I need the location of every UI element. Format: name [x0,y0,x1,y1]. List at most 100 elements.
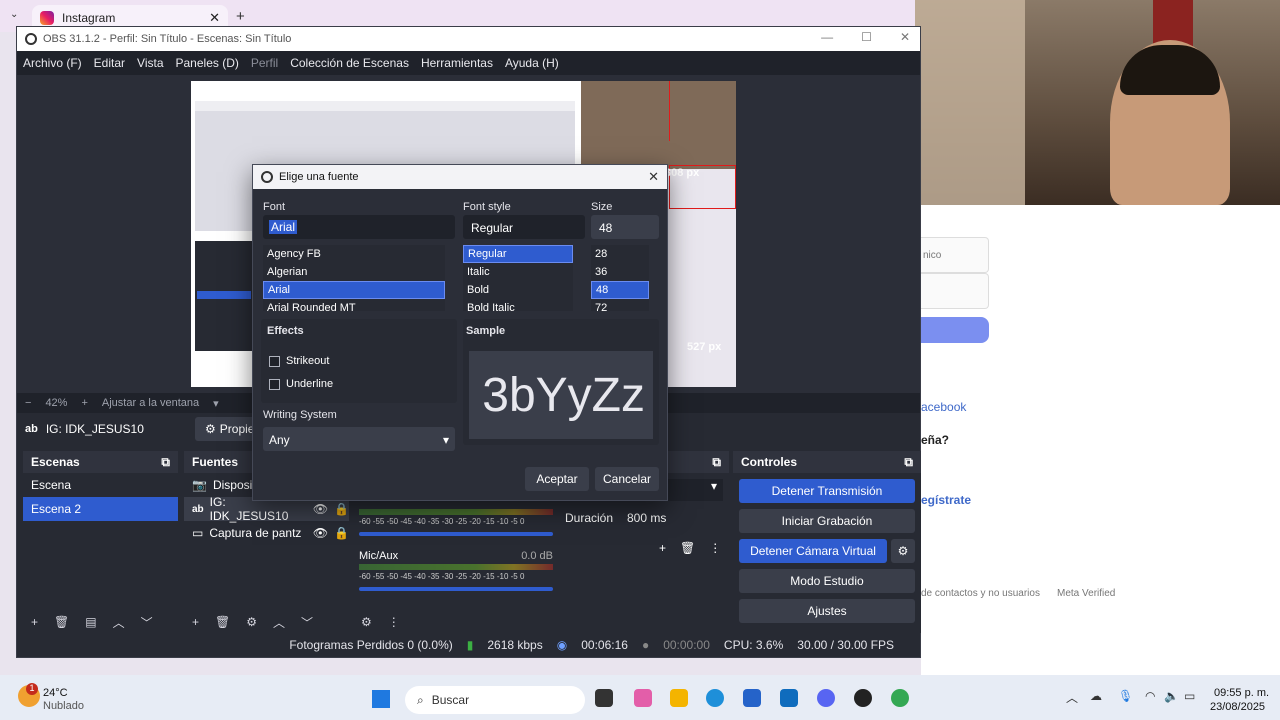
obs-taskbar-icon[interactable] [854,689,872,707]
volume-slider[interactable] [359,532,553,536]
font-option-selected[interactable]: Arial [263,281,445,299]
wifi-icon[interactable]: ◠ [1145,689,1155,703]
style-option[interactable]: Bold [463,281,573,299]
remove-icon[interactable]: 🗑 [680,541,695,555]
underline-checkbox[interactable]: Underline [269,378,333,390]
menu-ayuda[interactable]: Ayuda (H) [505,56,559,70]
add-icon[interactable]: + [659,541,666,555]
store-icon[interactable] [743,689,761,707]
remove-scene-icon[interactable]: 🗑 [54,615,69,629]
new-tab-button[interactable]: + [236,8,245,25]
scene-item[interactable]: Escena [23,473,178,497]
menu-coleccion[interactable]: Colección de Escenas [290,56,409,70]
font-option[interactable]: Arial Rounded MT [263,299,445,311]
move-up-icon[interactable]: ︿ [113,614,125,631]
source-item[interactable]: ▭ Captura de pantz 👁 🔒 [184,521,349,545]
stop-stream-button[interactable]: Detener Transmisión [739,479,915,503]
size-input[interactable]: 48 [591,215,659,239]
register-link[interactable]: egístrate [921,493,971,507]
tab-menu-chevron-icon[interactable]: ⌄ [10,9,18,20]
stop-virtual-camera-button[interactable]: Detener Cámara Virtual [739,539,887,563]
start-recording-button[interactable]: Iniciar Grabación [739,509,915,533]
add-scene-icon[interactable]: + [31,615,38,629]
audio-settings-icon[interactable]: ⚙ [361,615,372,629]
settings-button[interactable]: Ajustes [739,599,915,623]
zoom-fit-label[interactable]: Ajustar a la ventana [102,397,199,409]
move-down-icon[interactable]: ﹀ [301,614,313,631]
menu-perfil[interactable]: Perfil [251,56,278,70]
facebook-login-link[interactable]: acebook [921,400,966,414]
style-option[interactable]: Bold Italic [463,299,573,311]
size-option[interactable]: 28 [591,245,649,263]
style-list[interactable]: Regular Italic Bold Bold Italic [463,245,573,311]
onedrive-icon[interactable]: ☁ [1090,689,1102,703]
virtual-camera-settings-icon[interactable]: ⚙ [891,539,915,563]
forgot-password-link[interactable]: eña? [921,433,949,447]
copilot-icon[interactable] [634,689,652,707]
move-up-icon[interactable]: ︿ [273,614,285,631]
dock-undock-icon[interactable]: ⧉ [712,455,721,470]
login-button[interactable] [921,317,989,343]
maximize-button[interactable]: ☐ [861,30,872,44]
strikeout-checkbox[interactable]: Strikeout [269,355,329,367]
writing-system-select[interactable]: Any ▾ [263,427,455,451]
style-option[interactable]: Italic [463,263,573,281]
cancel-button[interactable]: Cancelar [595,467,659,491]
studio-mode-button[interactable]: Modo Estudio [739,569,915,593]
close-icon[interactable]: ✕ [648,169,659,185]
mic-volume-slider[interactable] [359,587,553,591]
lock-icon[interactable]: 🔒 [334,502,349,516]
login-password-input[interactable] [921,273,989,309]
source-settings-icon[interactable]: ⚙ [246,615,257,629]
dock-undock-icon[interactable]: ⧉ [904,455,913,470]
file-explorer-icon[interactable] [670,689,688,707]
duration-input[interactable]: 800 ms [623,507,721,529]
weather-text[interactable]: Nublado [43,700,84,712]
checkbox-box[interactable] [269,378,280,390]
footer-link-contacts[interactable]: de contactos y no usuarios [921,588,1040,599]
clock-date[interactable]: 23/08/2025 [1210,701,1265,713]
size-option[interactable]: 72 [591,299,649,311]
clock-time[interactable]: 09:55 p. m. [1214,687,1269,699]
menu-paneles[interactable]: Paneles (D) [176,56,239,70]
task-view-icon[interactable] [595,689,613,707]
chrome-icon[interactable] [891,689,909,707]
checkbox-box[interactable] [269,355,280,367]
style-option-selected[interactable]: Regular [463,245,573,263]
font-list[interactable]: Agency FB Algerian Arial Arial Rounded M… [263,245,445,311]
menu-icon[interactable]: ⋮ [709,541,721,555]
tab-close-icon[interactable]: ✕ [209,10,220,26]
size-list[interactable]: 28 36 48 72 [591,245,649,311]
size-option-selected[interactable]: 48 [591,281,649,299]
microphone-icon[interactable]: 🎙 [1118,689,1133,703]
eye-icon[interactable]: 👁 [313,526,328,540]
taskbar-search[interactable]: ⌕ Buscar [405,686,585,714]
filter-icon[interactable]: ▤ [85,615,96,629]
login-username-input[interactable]: nico [921,237,989,273]
font-option[interactable]: Algerian [263,263,445,281]
eye-icon[interactable]: 👁 [313,502,328,516]
add-source-icon[interactable]: + [192,615,199,629]
zoom-in-button[interactable]: + [81,397,87,409]
temperature[interactable]: 24°C [43,687,68,699]
menu-archivo[interactable]: Archivo (F) [23,56,82,70]
menu-vista[interactable]: Vista [137,56,163,70]
audio-menu-icon[interactable]: ⋮ [388,615,400,629]
discord-icon[interactable] [817,689,835,707]
scene-item-selected[interactable]: Escena 2 [23,497,178,521]
accept-button[interactable]: Aceptar [525,467,589,491]
volume-icon[interactable]: 🔈 [1164,689,1179,703]
zoom-dropdown-icon[interactable]: ▾ [213,397,219,410]
remove-source-icon[interactable]: 🗑 [215,615,230,629]
minimize-button[interactable]: — [821,30,833,44]
zoom-out-button[interactable]: − [25,397,31,409]
edge-icon[interactable] [706,689,724,707]
move-down-icon[interactable]: ﹀ [141,614,153,631]
font-input[interactable]: Arial [263,215,455,239]
tray-chevron-icon[interactable]: ︿ [1066,689,1078,706]
battery-icon[interactable]: ▭ [1184,689,1195,703]
menu-herramientas[interactable]: Herramientas [421,56,493,70]
dock-undock-icon[interactable]: ⧉ [161,455,170,470]
style-input[interactable]: Regular [463,215,585,239]
properties-button[interactable]: ⚙ Propie [195,417,255,441]
